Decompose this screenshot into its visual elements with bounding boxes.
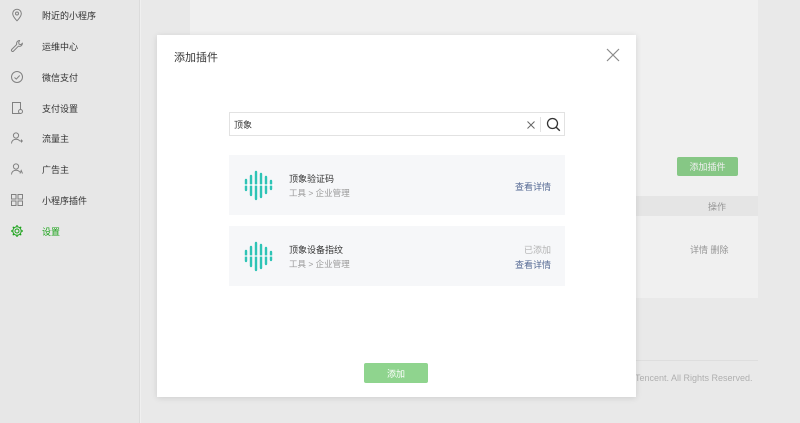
add-button[interactable]: 添加 bbox=[364, 363, 428, 383]
view-details-link[interactable]: 查看详情 bbox=[515, 180, 551, 193]
plugin-name: 顶象设备指纹 bbox=[289, 245, 344, 255]
search-divider bbox=[540, 117, 541, 132]
dingxiang-logo-icon bbox=[243, 168, 275, 202]
close-icon[interactable] bbox=[606, 48, 620, 62]
plugin-category: 工具 > 企业管理 bbox=[289, 259, 350, 269]
plugin-category: 工具 > 企业管理 bbox=[289, 188, 350, 198]
plugin-result-item: 顶象验证码 工具 > 企业管理 查看详情 bbox=[229, 155, 565, 215]
dialog-title: 添加插件 bbox=[174, 52, 218, 64]
add-plugin-dialog: 添加插件 顶象 顶象验证码 工具 > 企业管理 查看详情 顶象设备指纹 工具 >… bbox=[157, 35, 636, 397]
search-icon[interactable] bbox=[543, 115, 563, 134]
added-status: 已添加 bbox=[523, 245, 551, 255]
clear-icon[interactable] bbox=[526, 119, 536, 129]
view-details-link[interactable]: 查看详情 bbox=[515, 258, 551, 271]
plugin-result-item: 顶象设备指纹 工具 > 企业管理 已添加 查看详情 bbox=[229, 226, 565, 286]
search-box bbox=[229, 112, 565, 136]
dingxiang-logo-icon bbox=[243, 239, 275, 273]
search-input[interactable] bbox=[234, 115, 514, 133]
plugin-name: 顶象验证码 bbox=[289, 174, 335, 184]
